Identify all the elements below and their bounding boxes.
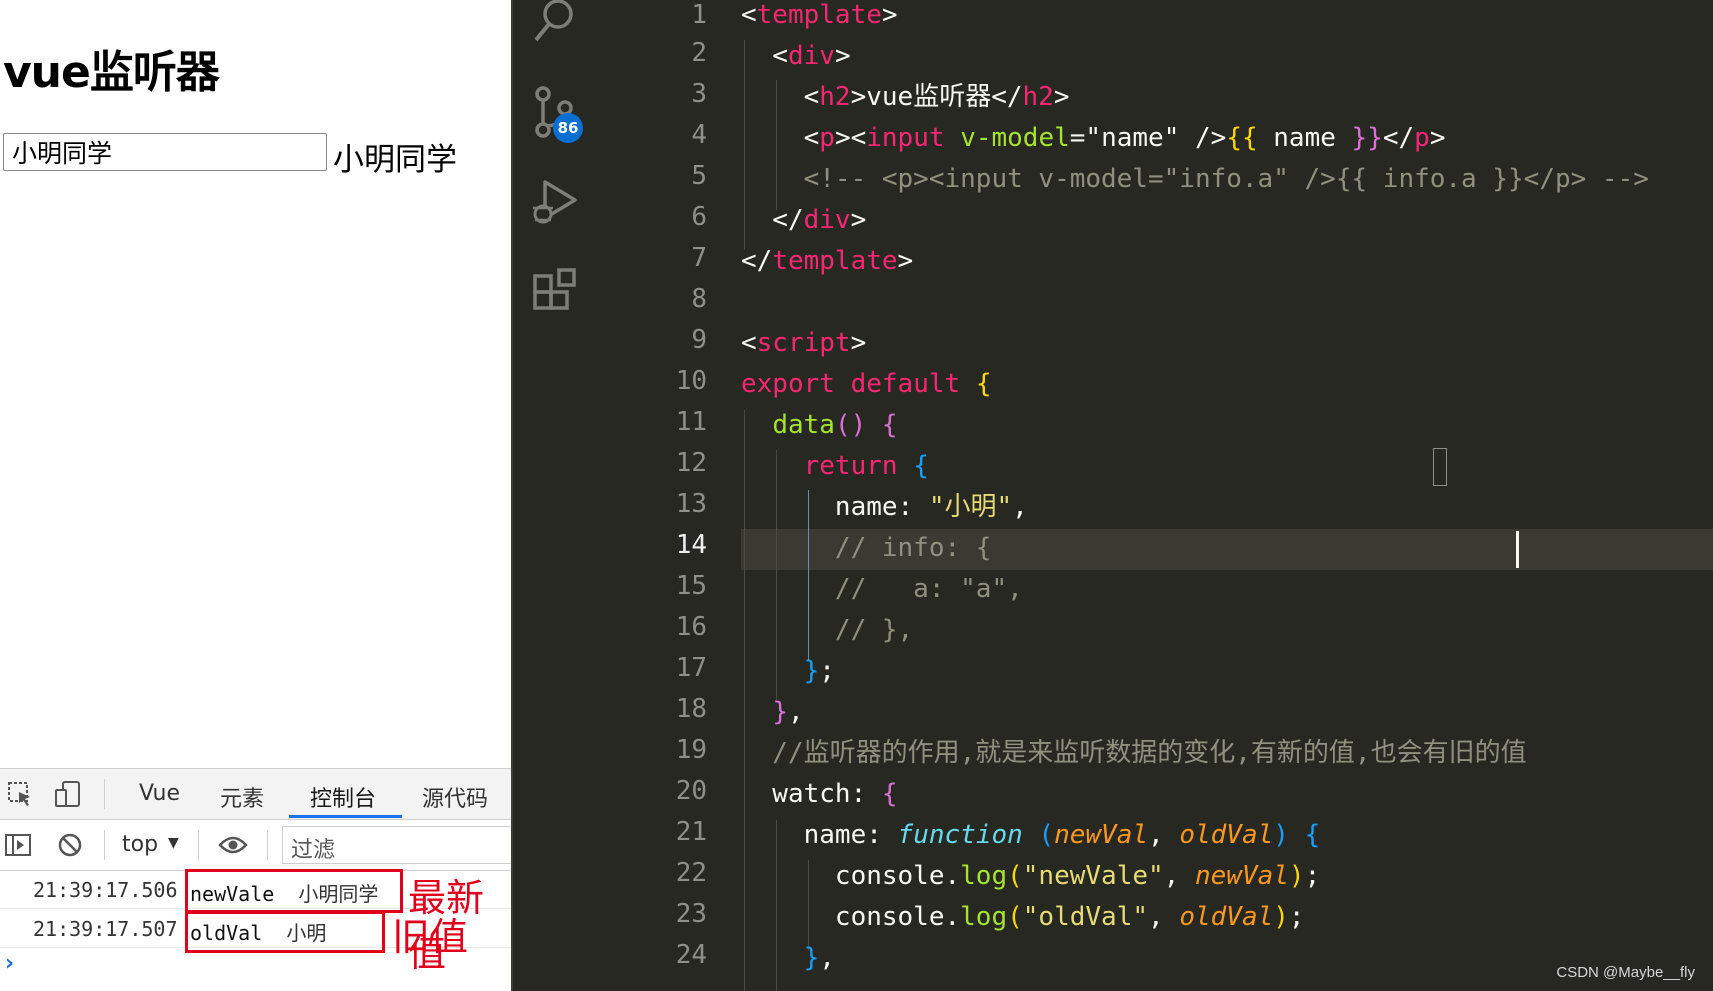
activity-bar: 86 bbox=[513, 0, 609, 991]
line-number: 18 bbox=[675, 694, 707, 724]
bracket-match-highlight bbox=[1433, 448, 1447, 486]
active-tab-indicator bbox=[289, 815, 402, 818]
annotation-box-old bbox=[185, 911, 385, 953]
device-toolbar-icon[interactable] bbox=[54, 780, 82, 812]
line-number: 12 bbox=[675, 448, 707, 478]
name-input[interactable] bbox=[3, 133, 327, 171]
toolbar-divider bbox=[104, 779, 105, 809]
code-line-16: // }, bbox=[741, 615, 914, 645]
tab-sources[interactable]: 源代码 bbox=[422, 781, 488, 813]
line-number: 1 bbox=[691, 0, 707, 30]
sidebar-toggle-icon[interactable] bbox=[4, 831, 32, 863]
line-number: 23 bbox=[675, 899, 707, 929]
annotation-box-new bbox=[185, 869, 403, 913]
line-number: 5 bbox=[691, 161, 707, 191]
code-line-7: </template> bbox=[741, 246, 914, 276]
devtools-panel: Vue 元素 控制台 源代码 top ▼ 过滤 21:39:17.506 new… bbox=[0, 768, 513, 991]
search-icon[interactable] bbox=[531, 0, 579, 52]
code-line-14: // info: { bbox=[741, 533, 992, 563]
line-number: 8 bbox=[691, 284, 707, 314]
toolbar-divider bbox=[267, 830, 268, 860]
code-line-10: export default { bbox=[741, 369, 992, 399]
code-line-2: <div> bbox=[741, 41, 851, 71]
code-editor: 86 1 2 3 4 5 6 7 8 9 10 11 12 13 14 15 1… bbox=[513, 0, 1713, 991]
watermark: CSDN @Maybe__fly bbox=[1556, 964, 1695, 981]
line-number: 19 bbox=[675, 735, 707, 765]
tab-elements[interactable]: 元素 bbox=[220, 781, 264, 813]
line-number: 2 bbox=[691, 38, 707, 68]
line-number: 21 bbox=[675, 817, 707, 847]
code-line-1: <template> bbox=[741, 0, 898, 30]
line-number: 3 bbox=[691, 79, 707, 109]
clear-console-icon[interactable] bbox=[56, 831, 84, 863]
browser-viewport: vue监听器 小明同学 Vue 元素 控制台 源代码 top bbox=[0, 0, 513, 991]
line-number: 15 bbox=[675, 571, 707, 601]
line-number: 13 bbox=[675, 489, 707, 519]
line-number: 11 bbox=[675, 407, 707, 437]
code-line-6: </div> bbox=[741, 205, 867, 235]
line-number: 20 bbox=[675, 776, 707, 806]
line-number: 17 bbox=[675, 653, 707, 683]
code-line-21: name: function (newVal, oldVal) { bbox=[741, 820, 1321, 850]
line-number: 6 bbox=[691, 202, 707, 232]
text-cursor bbox=[1516, 531, 1519, 568]
code-line-13: name: "小明", bbox=[741, 492, 1028, 522]
eye-icon[interactable] bbox=[218, 833, 248, 861]
code-line-18: }, bbox=[772, 697, 804, 727]
toolbar-divider bbox=[104, 830, 105, 860]
toolbar-divider bbox=[198, 830, 199, 860]
code-line-24: }, bbox=[803, 943, 835, 973]
log-timestamp: 21:39:17.506 bbox=[33, 878, 178, 902]
inspect-element-icon[interactable] bbox=[6, 780, 34, 812]
code-line-17: }; bbox=[803, 656, 835, 686]
code-line-22: console.log("newVale", newVal); bbox=[741, 861, 1321, 891]
line-number: 16 bbox=[675, 612, 707, 642]
page-title: vue监听器 bbox=[3, 47, 220, 98]
code-line-12: return { bbox=[803, 451, 929, 481]
name-echo-text: 小明同学 bbox=[333, 142, 457, 178]
extensions-icon[interactable] bbox=[531, 268, 579, 322]
scm-badge: 86 bbox=[553, 113, 583, 143]
code-line-11: data() { bbox=[772, 410, 898, 440]
log-timestamp: 21:39:17.507 bbox=[33, 917, 178, 941]
tab-vue[interactable]: Vue bbox=[139, 781, 180, 806]
devtools-tab-bar: Vue 元素 控制台 源代码 bbox=[0, 769, 513, 820]
code-line-9: <script> bbox=[741, 328, 867, 358]
line-number: 9 bbox=[691, 325, 707, 355]
line-number: 10 bbox=[675, 366, 707, 396]
code-line-20: watch: { bbox=[741, 779, 898, 809]
console-prompt[interactable]: › bbox=[5, 951, 14, 976]
line-number: 24 bbox=[675, 940, 707, 970]
line-number: 4 bbox=[691, 120, 707, 150]
line-number-current: 14 bbox=[675, 530, 707, 560]
tab-console[interactable]: 控制台 bbox=[310, 781, 376, 813]
console-toolbar: top ▼ 过滤 bbox=[0, 820, 513, 871]
code-line-15: // a: "a", bbox=[741, 574, 1023, 604]
code-line-19: //监听器的作用,就是来监听数据的变化,有新的值,也会有旧的值 bbox=[741, 738, 1527, 768]
run-debug-icon[interactable] bbox=[531, 176, 579, 232]
filter-input[interactable]: 过滤 bbox=[282, 826, 513, 864]
annotation-note-old: 旧值 bbox=[392, 915, 469, 959]
code-line-5: <!-- <p><input v-model="info.a" />{{ inf… bbox=[741, 164, 1649, 194]
code-line-3: <h2>vue监听器</h2> bbox=[741, 82, 1070, 112]
context-selector[interactable]: top bbox=[122, 832, 158, 857]
code-line-4: <p><input v-model="name" />{{ name }}</p… bbox=[741, 123, 1446, 153]
code-line-23: console.log("oldVal", oldVal); bbox=[741, 902, 1305, 932]
line-number: 22 bbox=[675, 858, 707, 888]
line-number: 7 bbox=[691, 243, 707, 273]
chevron-down-icon[interactable]: ▼ bbox=[168, 835, 179, 851]
